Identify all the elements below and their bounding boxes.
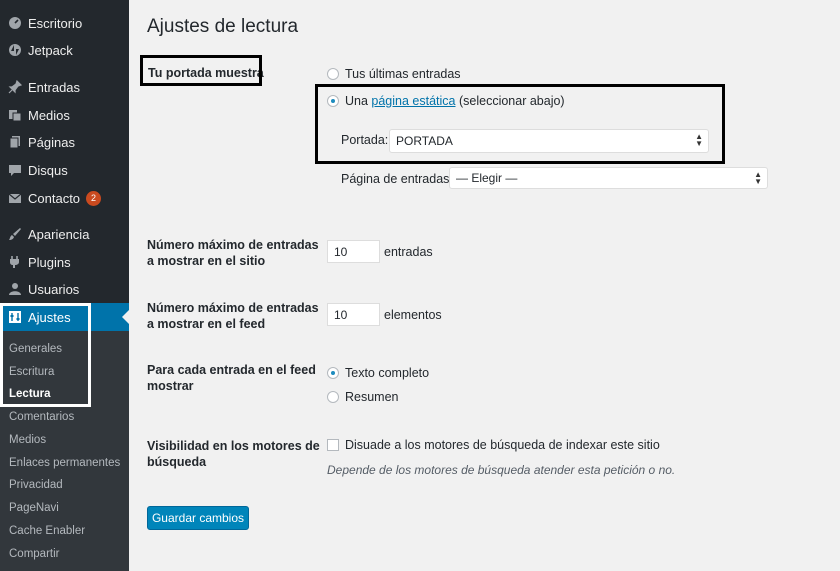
plugin-icon [8,255,22,269]
feed-display-label-line2: mostrar [147,379,194,393]
posts-per-rss-unit: elementos [384,308,442,322]
posts-page-select-value: — Elegir — [456,171,518,185]
posts-per-rss-label-line2: a mostrar en el feed [147,317,266,331]
submenu-item-medios[interactable]: Medios [9,434,46,446]
radio-summary[interactable] [327,391,339,403]
posts-per-page-label: Número máximo de entradas a mostrar en el… [147,237,319,269]
radio-full-text[interactable] [327,367,339,379]
brush-icon [8,227,22,241]
mail-icon [8,191,22,205]
sidebar-item-label: Plugins [28,254,71,270]
sidebar-item-entradas[interactable]: Entradas [0,73,129,101]
radio-static-page-label: Una página estática (seleccionar abajo) [345,94,565,108]
sidebar-item-ajustes[interactable]: Ajustes [0,303,129,331]
select-arrows-icon: ▲ ▼ [754,170,762,186]
sidebar-item-medios[interactable]: Medios [0,101,129,129]
feed-display-label: Para cada entrada en el feed mostrar [147,362,316,394]
sidebar-item-apariencia[interactable]: Apariencia [0,220,129,248]
portada-label: Portada: [341,133,389,147]
front-page-label: Tu portada muestra [148,66,264,80]
posts-page-label: Página de entradas: [341,172,453,186]
settings-icon [8,310,22,324]
submenu-item-cache-enabler[interactable]: Cache Enabler [9,525,85,537]
discourage-search-label: Disuade a los motores de búsqueda de ind… [345,438,660,452]
static-page-link[interactable]: página estática [371,94,455,108]
submenu-item-compartir[interactable]: Compartir [9,548,59,560]
pages-icon [8,135,22,149]
posts-per-rss-input[interactable]: 10 [327,303,380,326]
portada-select-value: PORTADA [396,134,453,148]
settings-submenu: Generales Escritura Lectura Comentarios … [0,331,129,571]
posts-per-page-label-line1: Número máximo de entradas [147,238,319,252]
posts-per-rss-label-line1: Número máximo de entradas [147,301,319,315]
sidebar-item-usuarios[interactable]: Usuarios [0,275,129,303]
sidebar-item-label: Apariencia [28,226,90,242]
sidebar-item-label: Disqus [28,162,68,178]
current-menu-arrow [122,310,129,324]
submenu-item-pagenavi[interactable]: PageNavi [9,502,59,514]
submenu-item-escritura[interactable]: Escritura [9,366,54,378]
posts-per-rss-label: Número máximo de entradas a mostrar en el… [147,300,319,332]
notification-badge: 2 [86,190,102,206]
jetpack-icon [8,43,22,57]
sidebar-item-jetpack[interactable]: Jetpack [0,36,129,64]
submenu-item-generales[interactable]: Generales [9,343,62,355]
sidebar-item-label: Páginas [28,134,75,150]
radio-latest-posts[interactable] [327,68,339,80]
sidebar-item-label: Contacto [28,190,81,206]
submenu-item-privacidad[interactable]: Privacidad [9,479,63,491]
static-prefix-text: Una [345,94,372,108]
user-icon [8,282,22,296]
posts-page-select[interactable]: — Elegir — ▲ ▼ [449,167,768,189]
admin-sidebar: Escritorio Jetpack Entradas Medios Págin… [0,0,129,571]
discourage-search-checkbox[interactable] [327,439,339,451]
search-visibility-description: Depende de los motores de búsqueda atend… [327,463,676,477]
sidebar-item-plugins[interactable]: Plugins [0,248,129,276]
sidebar-item-paginas[interactable]: Páginas [0,128,129,156]
radio-summary-label: Resumen [345,390,399,404]
radio-latest-posts-label: Tus últimas entradas [345,67,461,81]
feed-display-label-line1: Para cada entrada en el feed [147,363,316,377]
sidebar-item-label: Ajustes [28,309,71,325]
sidebar-item-disqus[interactable]: Disqus [0,156,129,184]
sidebar-item-escritorio[interactable]: Escritorio [0,9,129,37]
select-arrows-icon: ▲ ▼ [695,132,703,148]
submenu-item-lectura[interactable]: Lectura [9,388,51,400]
posts-per-page-input[interactable]: 10 [327,240,380,263]
posts-per-page-unit: entradas [384,245,433,259]
sidebar-item-contacto[interactable]: Contacto 2 [0,184,129,212]
sidebar-item-label: Jetpack [28,42,73,58]
sidebar-item-label: Usuarios [28,281,80,297]
portada-select[interactable]: PORTADA ▲ ▼ [389,129,709,153]
sidebar-item-label: Escritorio [28,15,83,31]
save-button[interactable]: Guardar cambios [147,506,249,530]
submenu-item-comentarios[interactable]: Comentarios [9,411,74,423]
pin-icon [8,80,22,94]
search-visibility-label-line1: Visibilidad en los motores de [147,439,320,453]
submenu-item-enlaces-permanentes[interactable]: Enlaces permanentes [9,457,120,469]
sidebar-item-label: Entradas [28,79,81,95]
posts-per-page-label-line2: a mostrar en el sitio [147,254,266,268]
comment-icon [8,163,22,177]
dashboard-icon [8,16,22,30]
static-suffix-text: (seleccionar abajo) [455,94,565,108]
media-icon [8,108,22,122]
radio-full-text-label: Texto completo [345,366,430,380]
search-visibility-label-line2: búsqueda [147,455,207,469]
sidebar-item-label: Medios [28,107,70,123]
search-visibility-label: Visibilidad en los motores de búsqueda [147,438,320,470]
page-title: Ajustes de lectura [147,16,299,37]
radio-static-page[interactable] [327,95,339,107]
